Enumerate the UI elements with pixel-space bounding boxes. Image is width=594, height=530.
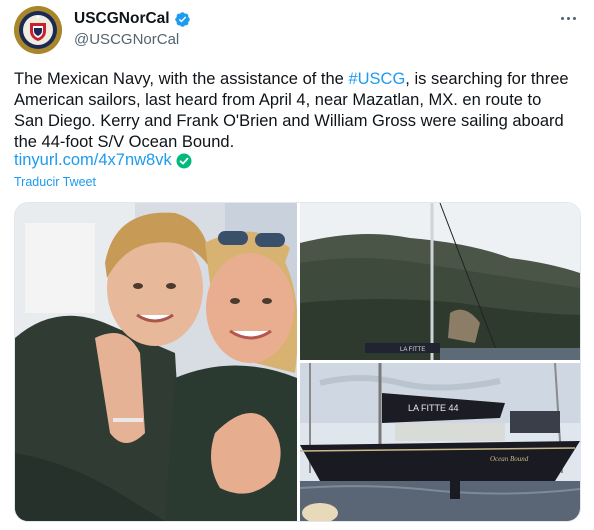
- couple-image: [15, 203, 297, 521]
- media-grid: LA FITTE LA FITTE 44 Ocean Bound: [14, 202, 581, 522]
- verified-badge-icon: [174, 11, 190, 27]
- translate-tweet-link[interactable]: Traducir Tweet: [14, 175, 96, 189]
- author-handle[interactable]: @USCGNorCal: [74, 31, 179, 48]
- boat-lettering: LA FITTE 44: [408, 403, 459, 413]
- avatar[interactable]: [14, 6, 62, 54]
- tweet-link[interactable]: tinyurl.com/4x7nw8vk: [14, 151, 172, 170]
- photo-sailboat-hull[interactable]: LA FITTE 44 Ocean Bound: [300, 363, 580, 521]
- sailboat-mast-image: LA FITTE: [300, 203, 580, 360]
- uscg-seal-icon: [14, 6, 62, 54]
- tweet-card: USCGNorCal @USCGNorCal The Mexican Navy,…: [0, 0, 594, 530]
- more-options-icon[interactable]: [556, 8, 580, 28]
- tweet-link-row[interactable]: tinyurl.com/4x7nw8vk: [14, 151, 192, 170]
- author-name[interactable]: USCGNorCal: [74, 10, 170, 28]
- author-name-row[interactable]: USCGNorCal: [74, 10, 191, 28]
- photo-sailboat-mast[interactable]: LA FITTE: [300, 203, 580, 360]
- svg-text:LA FITTE: LA FITTE: [400, 347, 425, 353]
- check-circle-icon: [176, 153, 192, 168]
- tweet-text: The Mexican Navy, with the assistance of…: [14, 69, 574, 153]
- hashtag-link[interactable]: #USCG: [348, 70, 405, 88]
- tweet-text-part: The Mexican Navy, with the assistance of…: [14, 70, 349, 88]
- photo-couple[interactable]: [15, 203, 297, 521]
- sailboat-hull-image: LA FITTE 44 Ocean Bound: [300, 363, 580, 521]
- hull-lettering: Ocean Bound: [490, 455, 529, 463]
